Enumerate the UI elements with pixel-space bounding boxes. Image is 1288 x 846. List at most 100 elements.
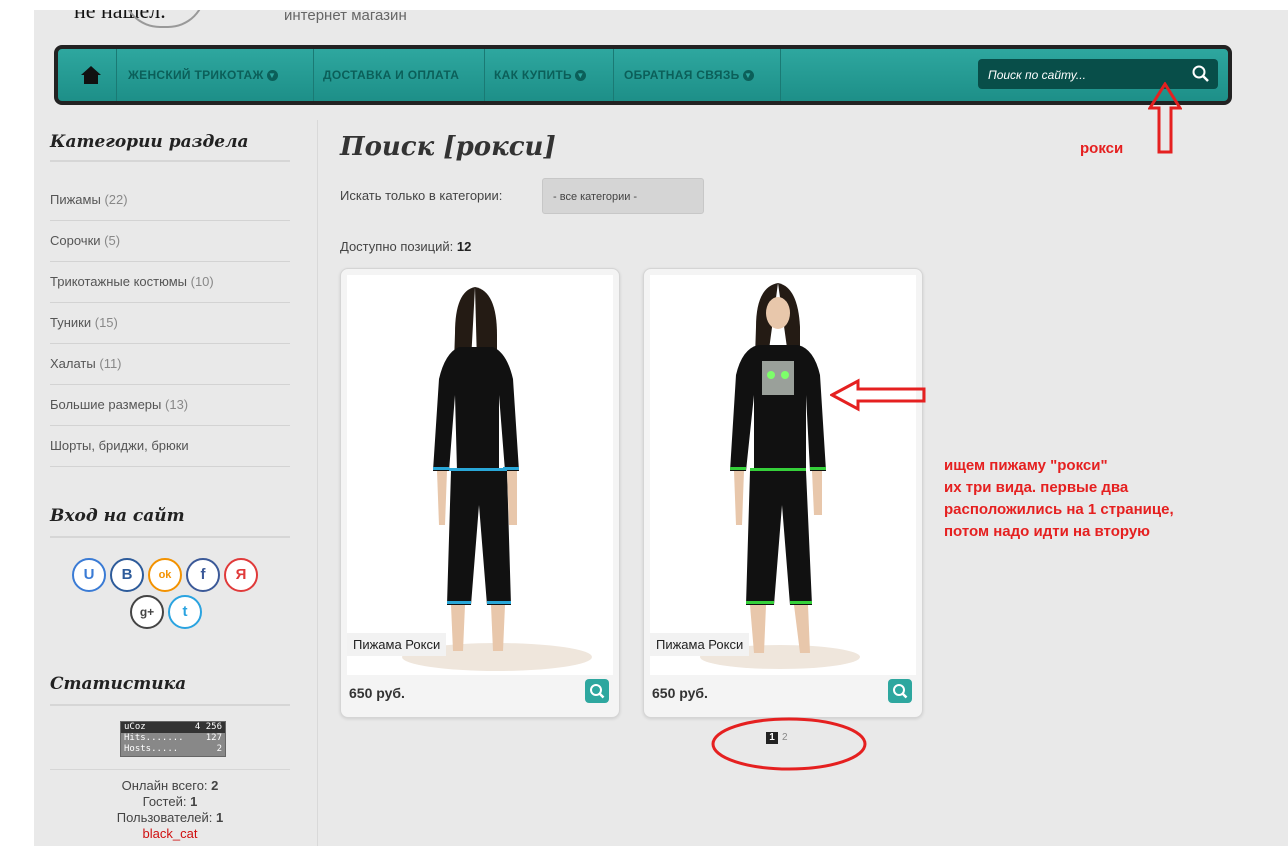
search-icon	[590, 684, 605, 699]
online-label: Онлайн всего:	[121, 778, 208, 793]
divider	[50, 704, 290, 706]
logo[interactable]	[122, 10, 206, 28]
product-photo-front	[700, 283, 860, 669]
nav-item-label: ДОСТАВКА И ОПЛАТА	[323, 68, 460, 82]
category-name: Шорты, бриджи, брюки	[50, 438, 189, 453]
twitter-icon[interactable]: t	[168, 595, 202, 629]
category-count: (11)	[99, 356, 122, 371]
online-stats: Онлайн всего: 2 Гостей: 1 Пользователей:…	[50, 778, 290, 842]
counter-hits-label: Hits.......	[124, 733, 184, 743]
nav-item-label: ОБРАТНАЯ СВЯЗЬ	[624, 68, 740, 82]
home-button[interactable]	[66, 49, 117, 101]
category-count: (5)	[104, 233, 121, 248]
annotation-search-term: рокси	[1080, 140, 1124, 157]
category-name: Туники	[50, 315, 92, 330]
main-nav: ЖЕНСКИЙ ТРИКОТАЖ ▼ ДОСТАВКА И ОПЛАТА КАК …	[54, 45, 1232, 105]
annotation-up-arrow-icon	[1148, 82, 1182, 154]
category-plus-sizes[interactable]: Большие размеры (13)	[50, 385, 290, 426]
category-count: (10)	[190, 274, 214, 289]
vk-icon[interactable]: B	[110, 558, 144, 592]
category-knit-suits[interactable]: Трикотажные костюмы (10)	[50, 262, 290, 303]
note-line: их три вида. первые два	[944, 479, 1129, 496]
search-icon	[893, 684, 908, 699]
nav-item-womens-knitwear[interactable]: ЖЕНСКИЙ ТРИКОТАЖ ▼	[128, 49, 278, 101]
available-count: Доступно позиций: 12	[340, 239, 471, 254]
yandex-icon[interactable]: Я	[224, 558, 258, 592]
guests-label: Гостей:	[142, 794, 187, 809]
category-robes[interactable]: Халаты (11)	[50, 344, 290, 385]
category-pajamas[interactable]: Пижамы (22)	[50, 180, 290, 221]
category-name: Большие размеры	[50, 397, 162, 412]
nav-divider	[484, 49, 485, 101]
users-label: Пользователей:	[116, 810, 213, 825]
guests-value: 1	[190, 794, 198, 809]
category-name: Сорочки	[50, 233, 101, 248]
note-line: потом надо идти на вторую	[944, 523, 1150, 540]
product-name[interactable]: Пижама Рокси	[347, 633, 447, 656]
nav-item-label: КАК КУПИТЬ	[494, 68, 572, 82]
users-value: 1	[216, 810, 224, 825]
annotation-note: ищем пижаму "рокси" их три вида. первые …	[944, 455, 1284, 543]
note-line: ищем пижаму "рокси"	[944, 457, 1108, 474]
nav-divider	[313, 49, 314, 101]
product-photo-back	[402, 287, 592, 671]
chevron-down-icon: ▼	[742, 70, 754, 82]
nav-item-label: ЖЕНСКИЙ ТРИКОТАЖ	[128, 68, 264, 82]
filter-label: Искать только в категории:	[340, 188, 503, 203]
category-count: (22)	[104, 192, 128, 207]
stats-title: Статистика	[50, 674, 187, 694]
category-count: (13)	[165, 397, 189, 412]
google-plus-icon[interactable]: g+	[130, 595, 164, 629]
counter-brand: uCoz	[124, 722, 146, 732]
quick-view-button[interactable]	[888, 679, 912, 703]
category-name: Трикотажные костюмы	[50, 274, 187, 289]
category-name: Халаты	[50, 356, 96, 371]
product-card[interactable]: Пижама Рокси 650 руб.	[643, 268, 923, 718]
category-tunics[interactable]: Туники (15)	[50, 303, 290, 344]
counter-hits: 127	[205, 733, 222, 743]
product-image[interactable]	[650, 275, 916, 675]
odnoklassniki-icon[interactable]: ok	[148, 558, 182, 592]
category-filter-select[interactable]: - все категории -	[542, 178, 704, 214]
chevron-down-icon: ▼	[574, 70, 586, 82]
online-user-link[interactable]: black_cat	[50, 826, 290, 842]
note-line: расположились на 1 странице,	[944, 501, 1174, 518]
divider	[50, 769, 290, 770]
nav-item-how-to-buy[interactable]: КАК КУПИТЬ ▼	[494, 49, 586, 101]
divider	[50, 160, 290, 162]
annotation-circle	[711, 717, 867, 771]
divider	[50, 536, 290, 538]
category-shorts[interactable]: Шорты, бриджи, брюки	[50, 426, 290, 467]
ucoz-icon[interactable]: U	[72, 558, 106, 592]
category-name: Пижамы	[50, 192, 101, 207]
counter-hosts: 2	[216, 744, 222, 754]
nav-divider	[613, 49, 614, 101]
quick-view-button[interactable]	[585, 679, 609, 703]
nav-item-delivery[interactable]: ДОСТАВКА И ОПЛАТА	[323, 49, 459, 101]
shop-subtitle: интернет магазин	[284, 10, 407, 24]
product-price: 650 руб.	[349, 685, 405, 701]
home-icon	[81, 66, 101, 84]
page: не нашел. интернет магазин ЖЕНСКИЙ ТРИКО…	[34, 10, 1288, 846]
search-button[interactable]	[1190, 63, 1212, 85]
product-image[interactable]	[347, 275, 613, 675]
category-count: (15)	[94, 315, 118, 330]
facebook-icon[interactable]: f	[186, 558, 220, 592]
chevron-down-icon: ▼	[266, 70, 278, 82]
category-nightgowns[interactable]: Сорочки (5)	[50, 221, 290, 262]
page-title: Поиск [рокси]	[340, 132, 556, 162]
product-card[interactable]: Пижама Рокси 650 руб.	[340, 268, 620, 718]
available-label: Доступно позиций:	[340, 239, 454, 254]
search-icon	[1192, 65, 1209, 82]
column-divider	[317, 120, 318, 846]
nav-item-feedback[interactable]: ОБРАТНАЯ СВЯЗЬ ▼	[624, 49, 754, 101]
login-title: Вход на сайт	[50, 506, 185, 526]
product-name[interactable]: Пижама Рокси	[650, 633, 750, 656]
product-price: 650 руб.	[652, 685, 708, 701]
available-value: 12	[456, 239, 472, 254]
visit-counter[interactable]: uCoz 4 256 Hits....... 127 Hosts..... 2	[120, 721, 226, 757]
nav-divider	[780, 49, 781, 101]
counter-total: 4 256	[194, 722, 222, 732]
categories-title: Категории раздела	[50, 132, 249, 152]
site-search	[978, 59, 1218, 89]
